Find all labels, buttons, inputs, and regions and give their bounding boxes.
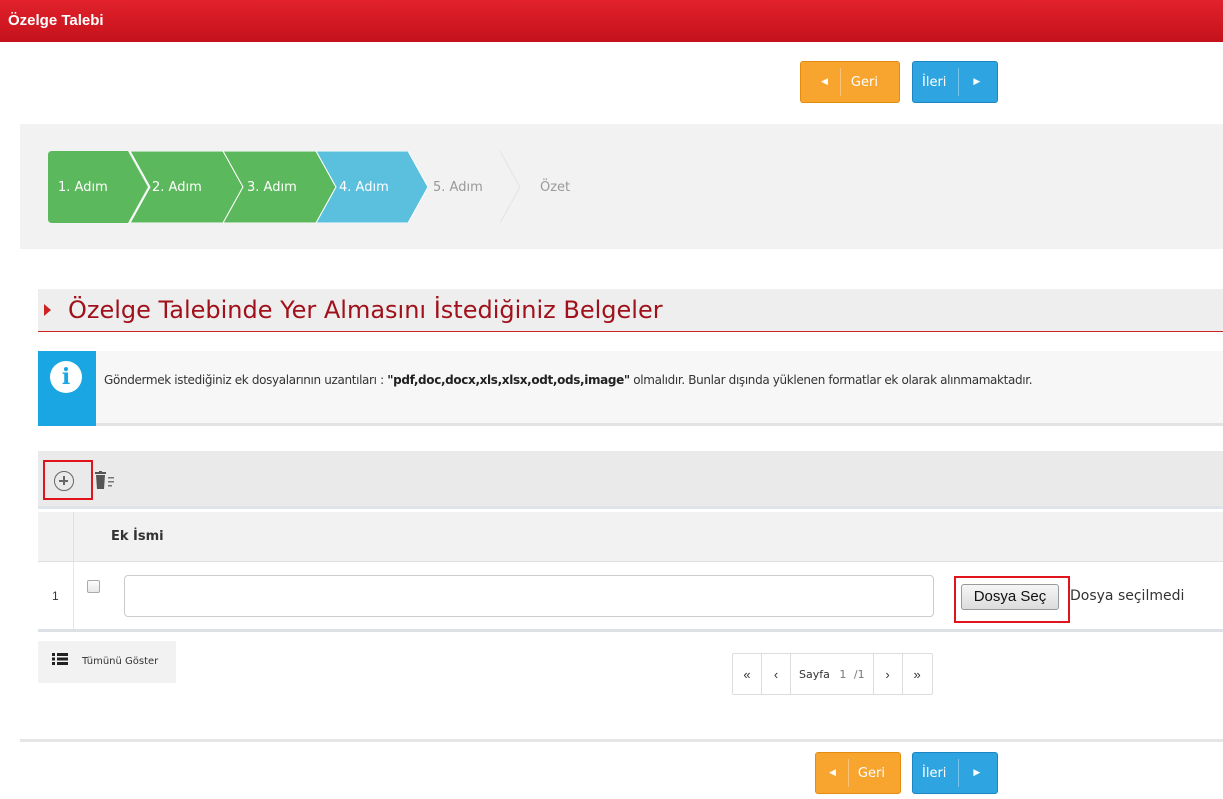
divider	[20, 739, 1223, 742]
step-3-label: 3. Adım	[247, 179, 297, 195]
add-row-button[interactable]	[43, 460, 93, 500]
trash-list-icon	[95, 471, 114, 489]
section-header: Özelge Talebinde Yer Almasını İstediğini…	[38, 289, 1223, 332]
row-number: 1	[52, 589, 59, 603]
title-bar: Özelge Talebi	[0, 0, 1223, 42]
step-5-label: 5. Adım	[433, 179, 483, 195]
last-page-button[interactable]: »	[903, 654, 932, 694]
column-header-ek-ismi: Ek İsmi	[111, 529, 164, 544]
show-all-button[interactable]: Tümünü Göster	[38, 641, 176, 683]
left-arrow-icon: ◀	[821, 77, 828, 87]
allowed-extensions: "pdf,doc,docx,xls,xlsx,odt,ods,image"	[387, 373, 630, 387]
section-title: Özelge Talebinde Yer Almasını İstediğini…	[68, 296, 663, 324]
attachment-name-input[interactable]	[124, 575, 934, 617]
pagination: « ‹ Sayfa 1 /1 › »	[732, 653, 933, 695]
choose-file-button[interactable]: Dosya Seç	[961, 584, 1059, 610]
page-label: Sayfa	[799, 667, 830, 681]
step-summary[interactable]: Özet	[500, 151, 580, 223]
page-number-input[interactable]: 1	[834, 668, 852, 681]
row-checkbox[interactable]	[87, 580, 100, 593]
step-summary-label: Özet	[540, 179, 571, 195]
info-text: Göndermek istediğiniz ek dosyalarının uz…	[104, 373, 1033, 387]
first-page-button[interactable]: «	[733, 654, 762, 694]
prev-page-button[interactable]: ‹	[762, 654, 791, 694]
file-status-text: Dosya seçilmedi	[1070, 588, 1185, 604]
grid-toolbar	[38, 451, 1223, 509]
window-title: Özelge Talebi	[8, 12, 104, 29]
left-arrow-icon: ◀	[829, 768, 836, 778]
info-icon: i	[50, 361, 82, 393]
plus-circle-icon	[54, 471, 74, 491]
step-4-label: 4. Adım	[339, 179, 389, 195]
page-indicator: Sayfa 1 /1	[791, 654, 874, 694]
list-icon	[52, 653, 68, 665]
back-button-label: Geri	[857, 765, 885, 781]
right-arrow-icon: ▶	[973, 77, 981, 87]
next-button-bottom[interactable]: İleri ▶	[912, 752, 998, 794]
page-total: /1	[853, 667, 865, 681]
next-page-button[interactable]: ›	[874, 654, 903, 694]
next-button-label: İleri	[922, 74, 947, 90]
back-button-top[interactable]: ◀ Geri	[800, 61, 900, 103]
back-button-label: Geri	[850, 74, 878, 90]
table-row: 1 Dosya Seç Dosya seçilmedi	[38, 562, 1223, 632]
caret-right-icon	[44, 304, 51, 316]
right-arrow-icon: ▶	[973, 768, 981, 778]
step-1-label: 1. Adım	[58, 179, 108, 195]
info-alert: i Göndermek istediğiniz ek dosyalarının …	[38, 351, 1223, 426]
show-all-label: Tümünü Göster	[82, 656, 159, 667]
table-header: Ek İsmi	[38, 512, 1223, 562]
next-button-top[interactable]: İleri ▶	[912, 61, 998, 103]
step-2-label: 2. Adım	[152, 179, 202, 195]
next-button-label: İleri	[922, 765, 947, 781]
back-button-bottom[interactable]: ◀ Geri	[815, 752, 901, 794]
delete-rows-button[interactable]	[95, 471, 117, 491]
